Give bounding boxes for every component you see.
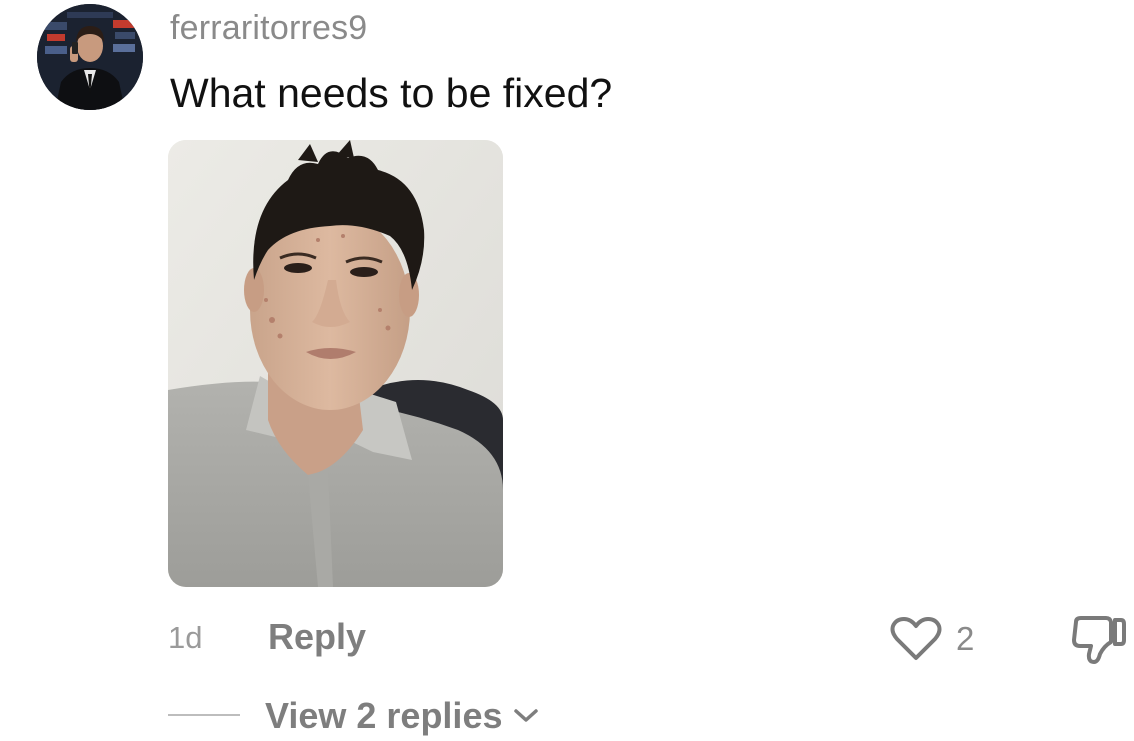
- view-replies-label: View 2 replies: [265, 695, 503, 736]
- chevron-down-icon: [514, 709, 539, 722]
- view-replies-button[interactable]: View 2 replies: [265, 693, 540, 739]
- comment-photo-image: [168, 140, 503, 587]
- avatar-image: [37, 4, 143, 110]
- replies-divider: [168, 714, 240, 716]
- like-count: 2: [956, 620, 975, 657]
- comment-item: ferraritorres9 What needs to be fixed? 1…: [0, 0, 1134, 741]
- dislike-button[interactable]: [1068, 612, 1128, 668]
- comment-timestamp: 1d: [168, 620, 203, 655]
- reply-button[interactable]: Reply: [268, 615, 366, 659]
- avatar[interactable]: [37, 4, 143, 110]
- thumbs-down-outline-icon: [1072, 616, 1126, 664]
- comment-username[interactable]: ferraritorres9: [170, 6, 367, 50]
- heart-outline-icon: [890, 617, 942, 660]
- comment-text: What needs to be fixed?: [170, 70, 613, 116]
- comment-photo[interactable]: [168, 140, 503, 587]
- like-button[interactable]: 2: [890, 612, 974, 666]
